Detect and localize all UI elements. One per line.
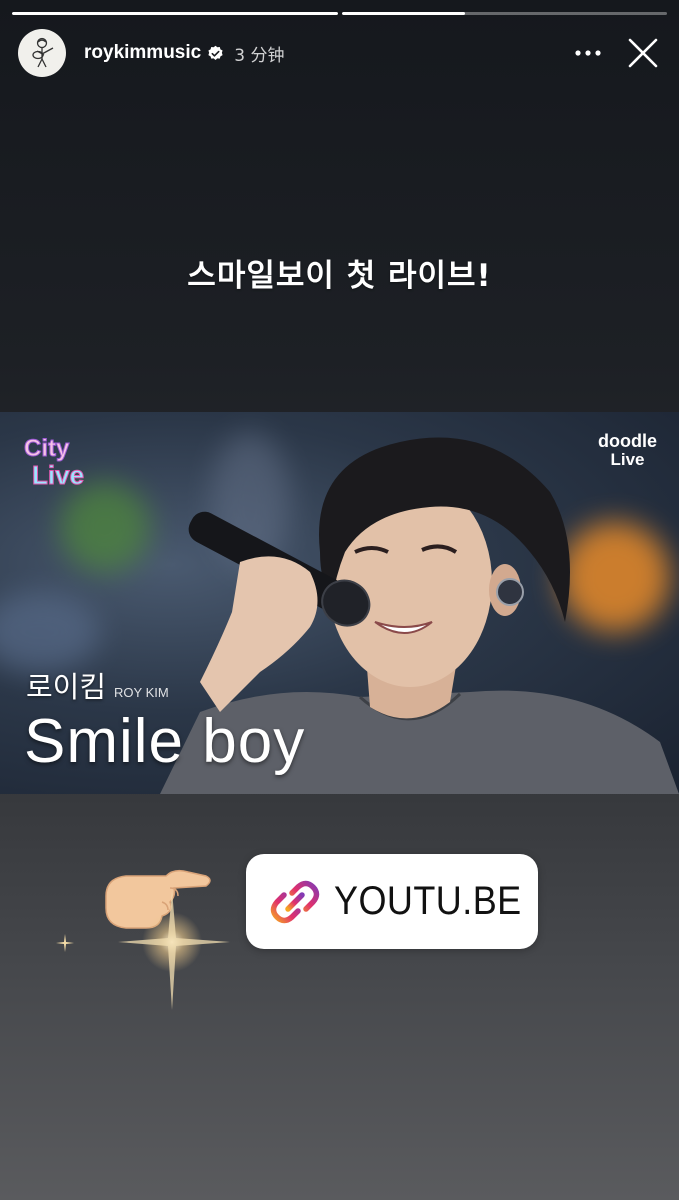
- small-sparkle-icon: [56, 934, 74, 952]
- verified-badge-icon: [207, 45, 224, 62]
- close-button[interactable]: [623, 33, 663, 73]
- story-caption: 스마일보이 첫 라이브!: [187, 258, 492, 294]
- more-options-button[interactable]: [571, 36, 605, 70]
- username[interactable]: roykimmusic: [84, 42, 201, 64]
- guitar-player-icon: [32, 37, 54, 68]
- doodle-live-logo: doodle Live: [598, 431, 657, 469]
- video-song-title: Smile boy: [24, 707, 306, 776]
- progress-segment-1: [12, 12, 338, 15]
- story-progress: [12, 12, 667, 15]
- svg-text:City: City: [24, 435, 70, 462]
- artist-name-korean: 로이킴: [26, 670, 107, 704]
- story-header: roykimmusic 3 分钟: [18, 28, 663, 78]
- city-live-logo: City Live: [24, 435, 85, 491]
- link-sticker-label: YOUTU.BE: [334, 879, 522, 923]
- more-horizontal-icon: [575, 50, 601, 56]
- link-sticker[interactable]: YOUTU.BE: [246, 854, 538, 949]
- post-time: 3 分钟: [234, 45, 285, 66]
- link-icon: [270, 880, 320, 923]
- progress-segment-2: [341, 12, 667, 15]
- avatar[interactable]: [18, 29, 66, 77]
- sparkle-icon: [118, 890, 230, 1010]
- story-viewer: roykimmusic 3 分钟 스마일보이 첫 라이브! City Live …: [0, 0, 679, 1200]
- video-still: City Live doodle Live 로이킴 ROY KIM Smile …: [0, 412, 679, 794]
- close-icon: [628, 38, 658, 68]
- video-artist: 로이킴 ROY KIM: [26, 664, 169, 706]
- artist-name-english: ROY KIM: [114, 685, 169, 700]
- svg-text:Live: Live: [32, 460, 84, 490]
